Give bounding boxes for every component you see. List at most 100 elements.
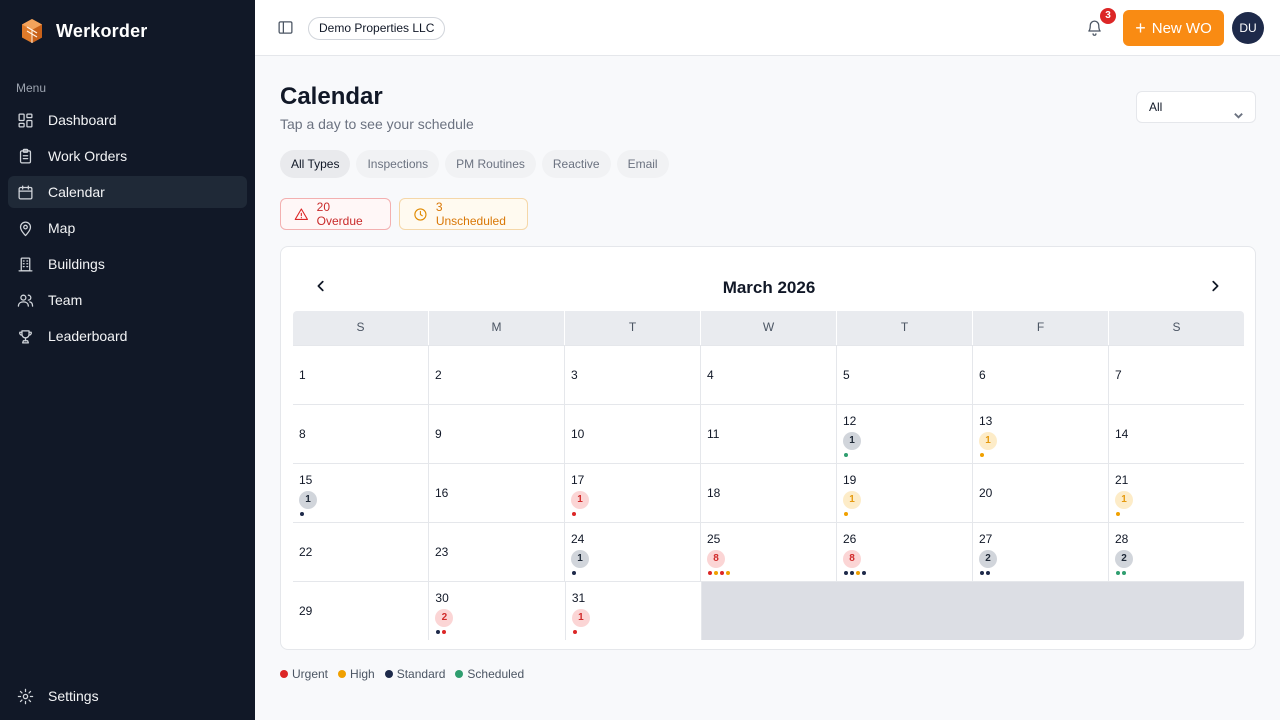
- day-number: 19: [843, 473, 857, 487]
- org-selector[interactable]: Demo Properties LLC: [308, 17, 446, 40]
- calendar-day[interactable]: 16: [429, 464, 565, 522]
- calendar-day[interactable]: 10: [565, 405, 701, 463]
- calendar-day[interactable]: 6: [973, 346, 1109, 404]
- calendar-day[interactable]: 23: [429, 523, 565, 581]
- new-wo-button[interactable]: + New WO: [1123, 10, 1224, 46]
- day-number: 18: [707, 486, 721, 500]
- priority-dots: [572, 630, 577, 634]
- calendar-empty-cell: [1108, 582, 1244, 640]
- calendar-day[interactable]: 1: [293, 346, 429, 404]
- day-number: 27: [979, 532, 993, 546]
- filter-select[interactable]: All: [1136, 91, 1256, 123]
- legend-label: Scheduled: [467, 667, 525, 681]
- sidebar-item-label: Settings: [48, 688, 99, 704]
- calendar-week: 8 9 10 11 12 1 13 1 14: [293, 404, 1244, 463]
- work-order-count-badge: 2: [979, 550, 997, 568]
- bell-icon[interactable]: [1086, 19, 1104, 37]
- priority-legend: Urgent High Standard Scheduled: [280, 667, 524, 681]
- sidebar-item-dashboard[interactable]: Dashboard: [8, 104, 247, 136]
- gear-icon: [16, 687, 34, 705]
- calendar-day[interactable]: 28 2: [1109, 523, 1244, 581]
- sidebar-toggle-icon[interactable]: [277, 19, 295, 37]
- legend-item-high: High: [338, 667, 375, 681]
- work-order-count-badge: 8: [843, 550, 861, 568]
- sidebar-item-settings[interactable]: Settings: [8, 680, 247, 712]
- calendar-day[interactable]: 5: [837, 346, 973, 404]
- filter-select-value: All: [1149, 100, 1163, 114]
- calendar-day[interactable]: 30 2: [429, 582, 566, 640]
- sidebar-item-team[interactable]: Team: [8, 284, 247, 316]
- calendar-day[interactable]: 9: [429, 405, 565, 463]
- sidebar-item-leaderboard[interactable]: Leaderboard: [8, 320, 247, 352]
- calendar-day[interactable]: 2: [429, 346, 565, 404]
- weekday-label: T: [837, 311, 973, 345]
- legend-item-standard: Standard: [384, 667, 446, 681]
- page-subtitle: Tap a day to see your schedule: [280, 116, 474, 132]
- unscheduled-alert[interactable]: 3 Unscheduled: [399, 198, 528, 230]
- day-number: 29: [299, 604, 313, 618]
- priority-dots: [844, 571, 866, 575]
- calendar-day[interactable]: 31 1: [566, 582, 703, 640]
- calendar-week: 15 1 16 17 1 18 19 1 20 21 1: [293, 463, 1244, 522]
- calendar-day[interactable]: 19 1: [837, 464, 973, 522]
- priority-dot-high: [844, 512, 848, 516]
- calendar-day[interactable]: 12 1: [837, 405, 973, 463]
- sidebar-item-label: Dashboard: [48, 112, 117, 128]
- sidebar-item-label: Work Orders: [48, 148, 128, 164]
- legend-label: Standard: [396, 667, 446, 681]
- tab-reactive[interactable]: Reactive: [541, 150, 611, 178]
- sidebar-item-buildings[interactable]: Buildings: [8, 248, 247, 280]
- day-number: 31: [571, 591, 586, 605]
- next-month-button[interactable]: [1208, 279, 1224, 295]
- calendar-day[interactable]: 11: [701, 405, 837, 463]
- day-number: 26: [843, 532, 857, 546]
- calendar-day[interactable]: 29: [293, 582, 430, 640]
- calendar-day[interactable]: 20: [973, 464, 1109, 522]
- calendar-day[interactable]: 25 8: [701, 523, 837, 581]
- type-filter-tabs: All Types Inspections PM Routines Reactive E…: [280, 150, 669, 178]
- tab-inspections[interactable]: Inspections: [356, 150, 440, 178]
- legend-item-scheduled: Scheduled: [455, 667, 524, 681]
- calendar-day[interactable]: 15 1: [293, 464, 429, 522]
- tab-pm-routines[interactable]: PM Routines: [445, 150, 536, 178]
- calendar-day[interactable]: 26 8: [837, 523, 973, 581]
- tab-email[interactable]: Email: [616, 150, 669, 178]
- overdue-alert[interactable]: 20 Overdue: [280, 198, 391, 230]
- priority-dot-standard: [572, 571, 576, 575]
- sidebar-nav: Dashboard Work Orders Calendar Map Buildings…: [8, 104, 247, 356]
- calendar-day[interactable]: 13 1: [973, 405, 1109, 463]
- notification-badge: 3: [1100, 8, 1116, 24]
- calendar-day[interactable]: 21 1: [1109, 464, 1244, 522]
- priority-dot-scheduled: [844, 453, 848, 457]
- calendar-day[interactable]: 3: [565, 346, 701, 404]
- sidebar-item-map[interactable]: Map: [8, 212, 247, 244]
- calendar-day[interactable]: 18: [701, 464, 837, 522]
- priority-dot-high: [726, 571, 730, 575]
- brand[interactable]: Werkorder: [20, 18, 148, 44]
- day-number: 10: [571, 427, 585, 441]
- priority-dot-urgent: [572, 512, 576, 516]
- overdue-label: 20 Overdue: [316, 200, 363, 228]
- sidebar-item-work-orders[interactable]: Work Orders: [8, 140, 247, 172]
- day-number: 4: [707, 368, 714, 382]
- sidebar-item-calendar[interactable]: Calendar: [8, 176, 247, 208]
- tab-all-types[interactable]: All Types: [280, 150, 351, 178]
- weekday-label: F: [973, 311, 1109, 345]
- calendar-day[interactable]: 7: [1109, 346, 1244, 404]
- top-bar: Demo Properties LLC 3 + New WO DU: [255, 0, 1280, 56]
- calendar-day[interactable]: 4: [701, 346, 837, 404]
- calendar-day[interactable]: 27 2: [973, 523, 1109, 581]
- calendar-day[interactable]: 22: [293, 523, 429, 581]
- calendar-day[interactable]: 24 1: [565, 523, 701, 581]
- new-wo-label: New WO: [1151, 19, 1212, 37]
- calendar-day[interactable]: 17 1: [565, 464, 701, 522]
- avatar[interactable]: DU: [1232, 12, 1264, 44]
- day-number: 6: [979, 368, 986, 382]
- work-order-count-badge: 1: [571, 609, 590, 627]
- legend-label: Urgent: [292, 667, 329, 681]
- sidebar-item-label: Team: [48, 292, 83, 308]
- calendar-day[interactable]: 14: [1109, 405, 1244, 463]
- calendar-day[interactable]: 8: [293, 405, 429, 463]
- calendar-card: March 2026 SMTWTFS 1 2 3 4 5 6 7 8 9 10 11 12 1 13 1 14…: [280, 246, 1256, 650]
- day-number: 24: [571, 532, 585, 546]
